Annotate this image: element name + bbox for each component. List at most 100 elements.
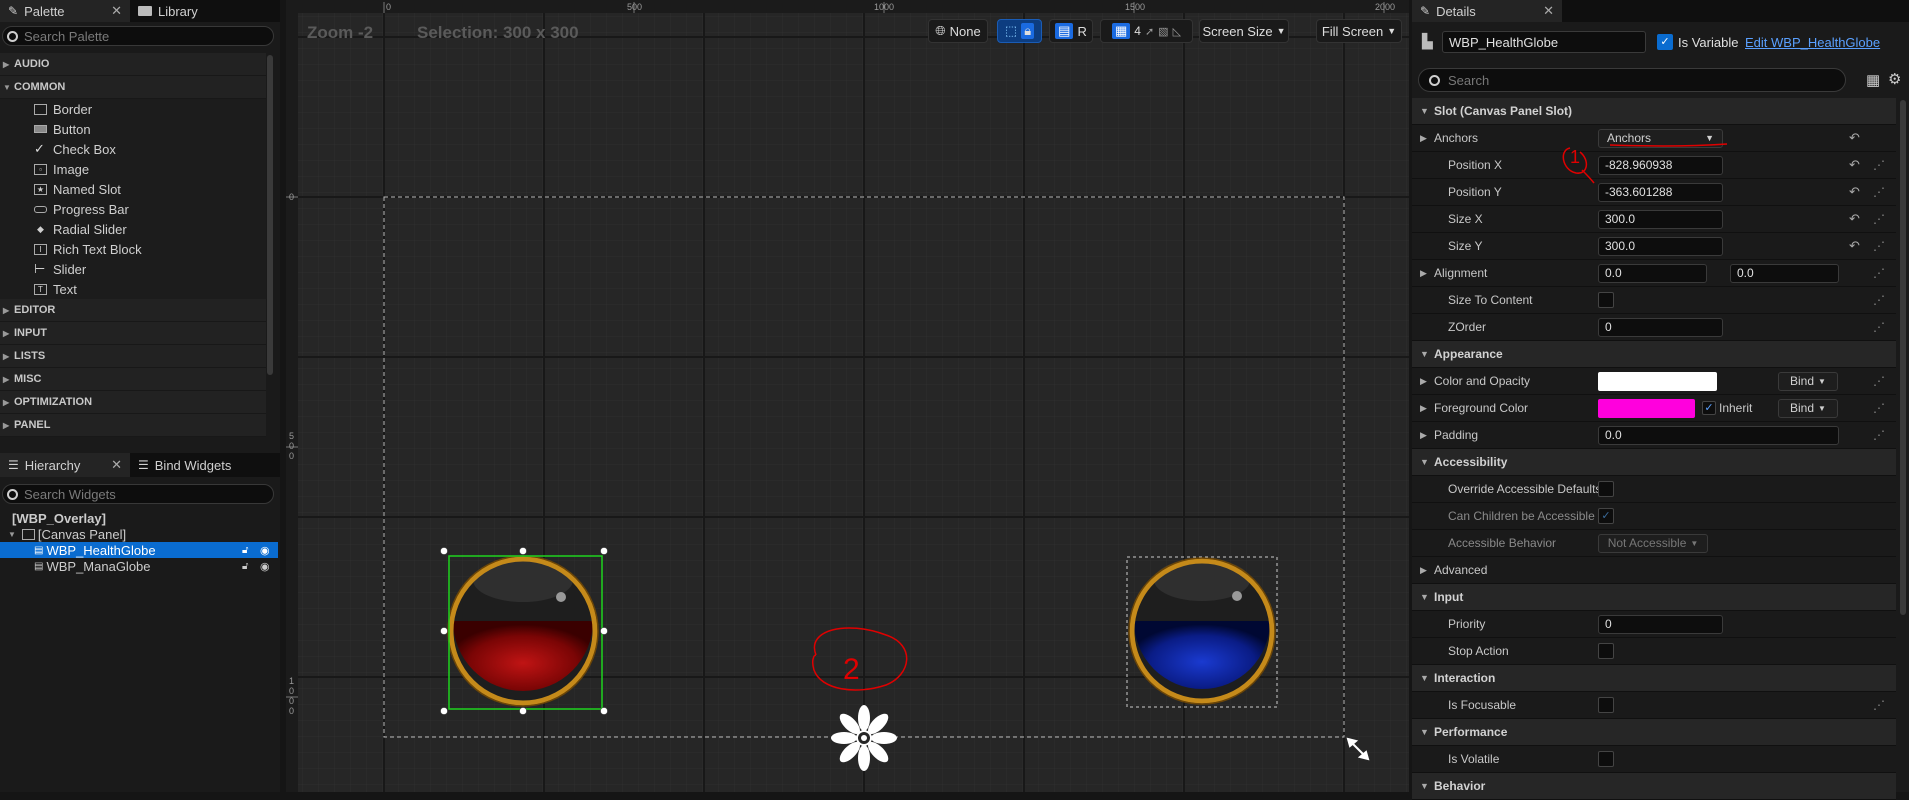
fill-screen-dropdown[interactable]: Fill Screen ▼ xyxy=(1316,19,1402,43)
is-focusable-checkbox[interactable] xyxy=(1598,697,1614,713)
category-editor[interactable]: ▶ EDITOR xyxy=(0,299,266,322)
eye-icon[interactable]: ◉ xyxy=(260,544,270,557)
color-opacity-swatch[interactable] xyxy=(1598,372,1717,391)
foreground-color-swatch[interactable] xyxy=(1598,399,1695,418)
palette-item-button[interactable]: Button xyxy=(0,119,266,139)
tree-canvas-panel[interactable]: ▼ [Canvas Panel] xyxy=(0,526,278,542)
options-icon[interactable]: ⋰ xyxy=(1873,698,1885,712)
radial-slider-icon: ◆ xyxy=(37,223,44,234)
palette-item-label: Button xyxy=(53,121,91,137)
chevron-right-icon[interactable]: ▶ xyxy=(1420,403,1427,414)
cursor-icon[interactable]: ➚ xyxy=(1145,25,1154,38)
localization-preview-button[interactable]: 🌐︎ None xyxy=(928,19,988,43)
tree-item-mana-globe[interactable]: ▤ WBP_ManaGlobe 🔓︎ ◉ xyxy=(0,558,278,574)
tab-hierarchy[interactable]: ☰ Hierarchy ✕ xyxy=(0,453,130,477)
palette-item-radial-slider[interactable]: ◆ Radial Slider xyxy=(0,219,266,239)
override-accessible-checkbox[interactable] xyxy=(1598,481,1614,497)
options-icon[interactable]: ⋰ xyxy=(1873,428,1885,442)
category-input[interactable]: ▶ INPUT xyxy=(0,322,266,345)
alignment-y-field[interactable]: 0.0 xyxy=(1730,263,1839,283)
palette-item-progress-bar[interactable]: Progress Bar xyxy=(0,199,266,219)
tab-palette[interactable]: ✎ Palette ✕ xyxy=(0,0,130,22)
outline-toggle-group[interactable]: ⬚ 🔒︎ xyxy=(997,19,1042,43)
priority-field[interactable]: 0 xyxy=(1598,614,1723,634)
lock-icon[interactable]: 🔒︎ xyxy=(1021,23,1035,39)
section-input[interactable]: ▼ Input xyxy=(1412,584,1896,611)
chevron-right-icon[interactable]: ▶ xyxy=(1420,268,1427,279)
lock-icon[interactable]: 🔓︎ xyxy=(242,545,248,556)
category-label: AUDIO xyxy=(14,58,50,70)
inherit-checkbox[interactable]: ✓ xyxy=(1702,401,1716,415)
health-globe[interactable] xyxy=(447,555,599,707)
category-audio[interactable]: ▶ AUDIO xyxy=(0,53,266,76)
palette-item-slider[interactable]: ⊢ Slider xyxy=(0,259,266,279)
grid-snap-group[interactable]: ▦ 4 ➚ ▧ ◺ xyxy=(1100,19,1193,43)
section-behavior[interactable]: ▼ Behavior xyxy=(1412,773,1896,800)
category-lists[interactable]: ▶ LISTS xyxy=(0,345,266,368)
details-panel: ✎ Details ✕ ▙ WBP_HealthGlobe ✓ Is Varia… xyxy=(1412,0,1909,800)
bind-button[interactable]: Bind ▼ xyxy=(1778,371,1838,391)
chevron-right-icon: ▶ xyxy=(3,351,10,361)
chevron-right-icon[interactable]: ▶ xyxy=(1420,376,1427,387)
size-y-field[interactable]: 300.0 xyxy=(1598,236,1723,256)
anchor-icon[interactable] xyxy=(831,705,897,771)
section-interaction[interactable]: ▼ Interaction xyxy=(1412,665,1896,692)
category-panel[interactable]: ▶ PANEL xyxy=(0,414,266,437)
row-advanced[interactable]: ▶ Advanced xyxy=(1412,557,1896,584)
palette-search-placeholder: Search Palette xyxy=(24,28,110,44)
is-volatile-checkbox[interactable] xyxy=(1598,751,1614,767)
tab-bind-widgets[interactable]: ☰ Bind Widgets xyxy=(130,453,270,477)
category-misc[interactable]: ▶ MISC xyxy=(0,368,266,391)
viewport-canvas[interactable]: 0 500 1000 1500 2000 0 500 1000 2 xyxy=(286,0,1409,792)
bind-button[interactable]: Bind ▼ xyxy=(1778,398,1838,418)
eye-icon[interactable]: ◉ xyxy=(260,560,270,573)
rich-text-icon: I xyxy=(34,243,47,255)
palette-item-check-box[interactable]: ✓ Check Box xyxy=(0,139,266,159)
section-performance[interactable]: ▼ Performance xyxy=(1412,719,1896,746)
screen-size-dropdown[interactable]: Screen Size ▼ xyxy=(1199,19,1289,43)
options-icon[interactable]: ⋰ xyxy=(1873,239,1885,253)
mana-globe[interactable] xyxy=(1128,557,1276,705)
options-icon[interactable]: ⋰ xyxy=(1873,374,1885,388)
section-accessibility[interactable]: ▼ Accessibility xyxy=(1412,449,1896,476)
palette-item-image[interactable]: ▫ Image xyxy=(0,159,266,179)
padding-field[interactable]: 0.0 xyxy=(1598,425,1839,445)
picture-icon[interactable]: ▧ xyxy=(1158,25,1168,38)
tab-library[interactable]: Library xyxy=(130,0,270,22)
options-icon[interactable]: ⋰ xyxy=(1873,212,1885,226)
size-x-field[interactable]: 300.0 xyxy=(1598,209,1723,229)
alignment-x-field[interactable]: 0.0 xyxy=(1598,263,1707,283)
triangle-icon[interactable]: ◺ xyxy=(1173,25,1181,38)
chevron-right-icon[interactable]: ▶ xyxy=(1420,430,1427,441)
palette-search-input[interactable]: Search Palette xyxy=(2,26,274,46)
category-optimization[interactable]: ▶ OPTIMIZATION xyxy=(0,391,266,414)
reset-icon[interactable]: ↶ xyxy=(1849,211,1860,227)
category-common[interactable]: ▼ COMMON xyxy=(0,76,266,99)
size-y-label: Size Y xyxy=(1448,239,1483,253)
hierarchy-search-input[interactable]: Search Widgets xyxy=(2,484,274,504)
reset-icon[interactable]: ↶ xyxy=(1849,238,1860,254)
options-icon[interactable]: ⋰ xyxy=(1873,293,1885,307)
tree-item-health-globe[interactable]: ▤ WBP_HealthGlobe 🔓︎ ◉ xyxy=(0,542,278,558)
options-icon[interactable]: ⋰ xyxy=(1873,320,1885,334)
options-icon[interactable]: ⋰ xyxy=(1873,401,1885,415)
inherit-label: Inherit xyxy=(1719,401,1753,415)
palette-scrollbar[interactable] xyxy=(267,55,273,375)
row-foreground-color: ▶ Foreground Color ✓ Inherit Bind ▼ ⋰ xyxy=(1412,395,1896,422)
palette-item-named-slot[interactable]: ★ Named Slot xyxy=(0,179,266,199)
palette-item-rich-text-block[interactable]: I Rich Text Block xyxy=(0,239,266,259)
zorder-field[interactable]: 0 xyxy=(1598,317,1723,337)
close-icon[interactable]: ✕ xyxy=(111,457,122,473)
stop-action-checkbox[interactable] xyxy=(1598,643,1614,659)
lock-icon[interactable]: 🔓︎ xyxy=(242,561,248,572)
close-icon[interactable]: ✕ xyxy=(111,3,122,19)
size-to-content-checkbox[interactable] xyxy=(1598,292,1614,308)
tree-root[interactable]: [WBP_Overlay] xyxy=(0,510,278,526)
slider-icon: ⊢ xyxy=(34,261,46,276)
section-appearance[interactable]: ▼ Appearance xyxy=(1412,341,1896,368)
options-icon[interactable]: ⋰ xyxy=(1873,266,1885,280)
palette-item-text[interactable]: T Text xyxy=(0,279,266,299)
palette-item-border[interactable]: Border xyxy=(0,99,266,119)
designer-viewport[interactable]: 0 500 1000 1500 2000 0 500 1000 2 Zoom -… xyxy=(286,0,1409,792)
respect-locks-group[interactable]: ▤ R xyxy=(1049,19,1093,43)
